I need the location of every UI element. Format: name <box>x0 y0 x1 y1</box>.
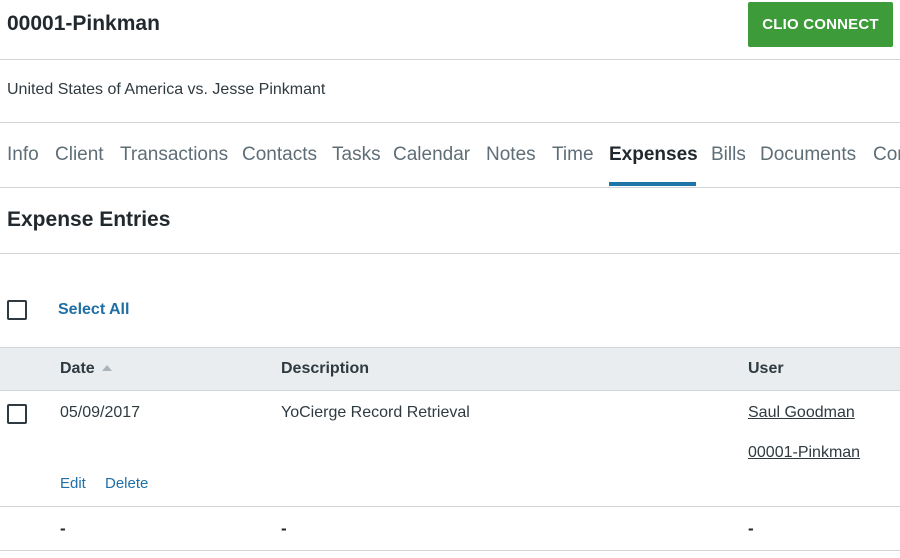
date-column-header[interactable]: Date <box>60 360 112 378</box>
totals-row: - - - <box>0 507 900 551</box>
tab-contacts[interactable]: Contacts <box>242 144 317 166</box>
tab-notes[interactable]: Notes <box>486 144 536 166</box>
matter-title: 00001-Pinkman <box>7 12 160 35</box>
matter-tabs: Info Client Transactions Contacts Tasks … <box>0 123 900 188</box>
matter-header: 00001-Pinkman CLIO CONNECT <box>0 0 900 60</box>
select-all-checkbox[interactable] <box>7 300 27 320</box>
expense-description: YoCierge Record Retrieval <box>281 404 470 421</box>
row-checkbox[interactable] <box>7 404 27 424</box>
total-user: - <box>748 519 754 538</box>
clio-connect-button[interactable]: CLIO CONNECT <box>748 2 893 47</box>
tab-expenses[interactable]: Expenses <box>609 144 698 166</box>
expense-date: 05/09/2017 <box>60 404 141 421</box>
matter-description-row: United States of America vs. Jesse Pinkm… <box>0 60 900 123</box>
tab-time[interactable]: Time <box>552 144 594 166</box>
tab-tasks[interactable]: Tasks <box>332 144 381 166</box>
total-description: - <box>281 519 287 538</box>
user-column-header[interactable]: User <box>748 360 784 378</box>
tab-documents[interactable]: Documents <box>760 144 856 166</box>
tab-client[interactable]: Client <box>55 144 104 166</box>
delete-link[interactable]: Delete <box>105 475 148 492</box>
tab-communications[interactable]: Com <box>873 144 900 166</box>
matter-description: United States of America vs. Jesse Pinkm… <box>7 81 326 98</box>
select-all-link[interactable]: Select All <box>58 301 129 319</box>
active-tab-indicator <box>609 182 696 186</box>
matter-page: 00001-Pinkman CLIO CONNECT United States… <box>0 0 900 558</box>
tab-info[interactable]: Info <box>7 144 39 166</box>
edit-link[interactable]: Edit <box>60 475 86 492</box>
expense-user-link[interactable]: Saul Goodman <box>748 404 855 422</box>
table-header: Date Description User <box>0 347 900 391</box>
select-all-row: Select All <box>0 254 900 347</box>
section-header: Expense Entries <box>0 188 900 254</box>
expense-matter-link[interactable]: 00001-Pinkman <box>748 444 860 462</box>
total-date: - <box>60 519 66 538</box>
date-column-label: Date <box>60 360 95 377</box>
section-title: Expense Entries <box>7 208 171 231</box>
table-row: 05/09/2017 YoCierge Record Retrieval Sau… <box>0 391 900 507</box>
description-column-header[interactable]: Description <box>281 360 369 378</box>
tab-bills[interactable]: Bills <box>711 144 746 166</box>
tab-calendar[interactable]: Calendar <box>393 144 470 166</box>
sort-ascending-icon <box>101 365 112 371</box>
tab-transactions[interactable]: Transactions <box>120 144 228 166</box>
